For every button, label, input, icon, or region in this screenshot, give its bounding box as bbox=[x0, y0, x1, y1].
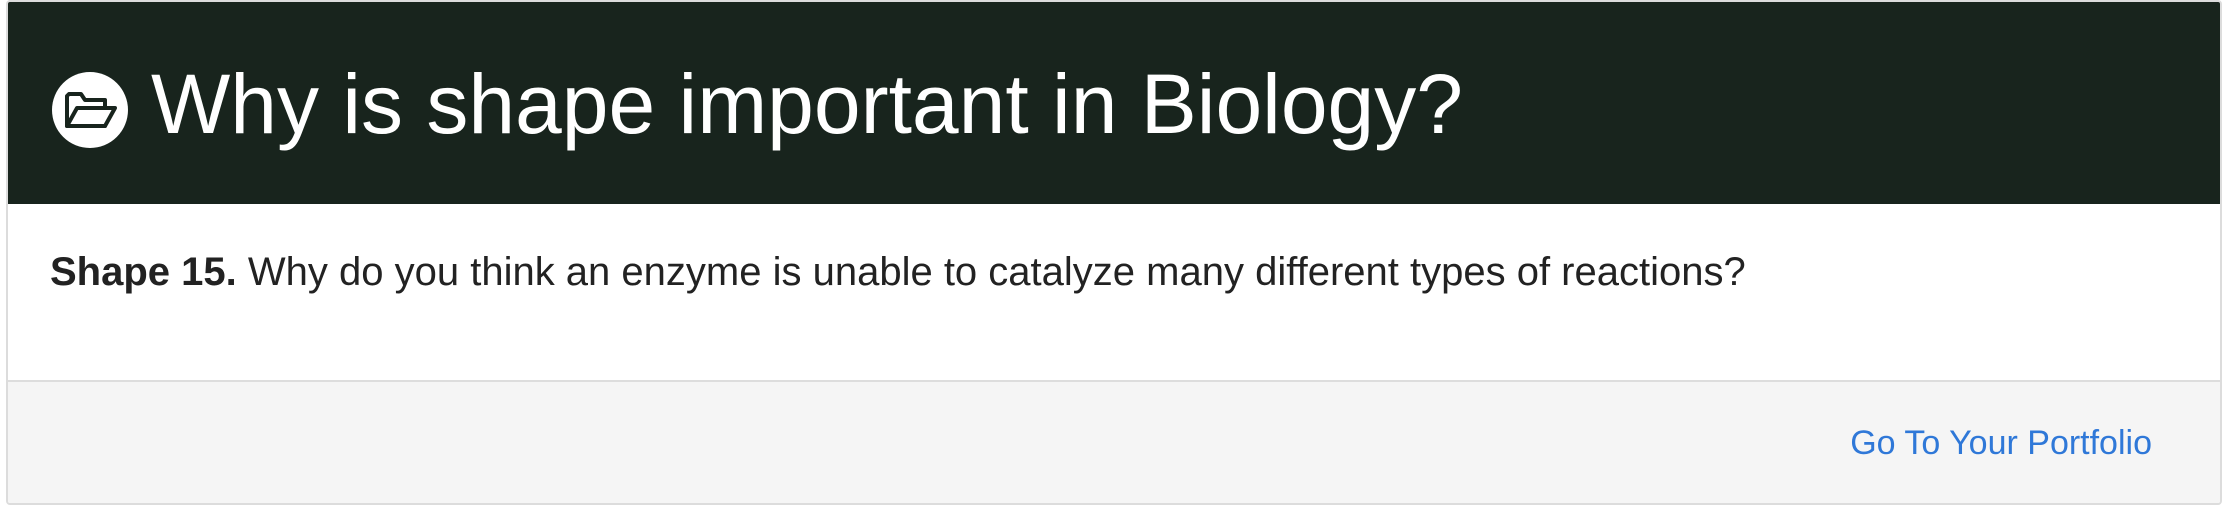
question-label: Shape 15. bbox=[50, 250, 237, 294]
panel-body: Shape 15. Why do you think an enzyme is … bbox=[8, 204, 2220, 380]
question-text: Shape 15. Why do you think an enzyme is … bbox=[50, 246, 1746, 298]
question-panel: Why is shape important in Biology? Shape… bbox=[6, 0, 2222, 505]
question-body: Why do you think an enzyme is unable to … bbox=[236, 250, 1746, 294]
panel-footer: Go To Your Portfolio bbox=[8, 380, 2220, 503]
go-to-portfolio-link[interactable]: Go To Your Portfolio bbox=[1850, 424, 2152, 463]
panel-header: Why is shape important in Biology? bbox=[8, 2, 2220, 204]
page-title: Why is shape important in Biology? bbox=[151, 57, 1463, 151]
open-folder-icon bbox=[52, 72, 128, 148]
